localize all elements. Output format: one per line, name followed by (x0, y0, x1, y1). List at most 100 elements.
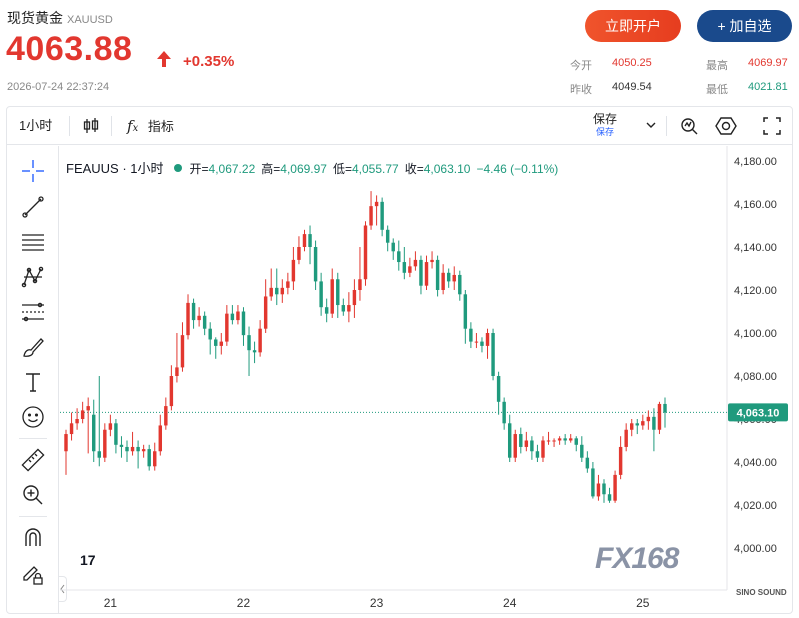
candle-body (147, 449, 151, 467)
x-tick-label: 25 (636, 596, 650, 610)
candle-body (258, 328, 262, 353)
candle-body (397, 251, 401, 263)
candle-body (119, 444, 124, 447)
candle-body (435, 259, 440, 290)
candle-body (430, 259, 434, 263)
candle-body (130, 446, 135, 452)
candle-body (441, 272, 445, 290)
candle-body (408, 266, 412, 273)
candle-body (358, 279, 362, 290)
candle-body (402, 262, 407, 273)
candle-body (347, 305, 351, 312)
y-tick-label: 4,040.00 (734, 457, 777, 469)
candle-body (308, 234, 312, 247)
candle-body (535, 451, 540, 458)
x-tick-label: 24 (503, 596, 517, 610)
candle-body (552, 440, 556, 442)
candle-body (191, 302, 196, 321)
candle-body (275, 287, 279, 295)
candle-body (80, 410, 85, 419)
candle-body (280, 287, 285, 295)
chart-legend: FEAUUS · 1小时 开=4,067.22 高=4,069.97 低=4,055.… (66, 158, 564, 177)
legend-low-key: 低= (332, 162, 352, 176)
legend-open-value: 4,067.22 (208, 162, 256, 176)
candle-body (568, 438, 573, 441)
candle-body (330, 279, 334, 314)
candle-body (313, 247, 318, 282)
candle-body (657, 403, 662, 430)
candle-body (197, 315, 201, 321)
candle-body (69, 423, 74, 435)
tradingview-logo[interactable]: 17 (80, 552, 96, 568)
legend-high-key: 高= (261, 162, 281, 176)
candle-body (557, 438, 562, 441)
candle-body (613, 474, 617, 501)
candle-body (646, 416, 651, 422)
candle-body (380, 201, 384, 230)
candle-body (524, 440, 529, 447)
candle-body (507, 423, 512, 458)
candle-body (602, 483, 606, 495)
candle-body (530, 440, 534, 452)
y-tick-label: 4,140.00 (734, 242, 777, 254)
candle-body (252, 350, 257, 353)
candle-body (630, 423, 634, 430)
candle-body (291, 259, 296, 282)
candle-body (469, 328, 473, 342)
candle-body (580, 444, 584, 458)
candle-body (75, 419, 79, 424)
y-tick-label: 4,120.00 (734, 285, 777, 297)
candle-body (324, 307, 329, 314)
candle-body (641, 421, 645, 426)
candle-body (86, 406, 90, 411)
candle-body (319, 281, 323, 308)
y-tick-label: 4,000.00 (734, 543, 777, 555)
candle-body (496, 376, 501, 402)
legend-close-key: 收= (404, 162, 424, 176)
candle-body (175, 367, 179, 376)
candle-body (419, 259, 423, 286)
legend-high-value: 4,069.97 (280, 162, 327, 176)
candle-body (618, 446, 623, 475)
candle-body (574, 438, 578, 445)
candle-body (286, 281, 290, 288)
y-tick-label: 4,100.00 (734, 328, 777, 340)
candle-body (225, 313, 229, 342)
candle-body (352, 290, 357, 306)
candle-body (141, 449, 146, 452)
candle-body (136, 446, 140, 452)
candle-body (635, 423, 639, 426)
candle-body (463, 294, 468, 329)
candle-body (369, 206, 373, 226)
x-tick-label: 21 (104, 596, 118, 610)
candle-body (230, 313, 235, 321)
x-tick-label: 22 (237, 596, 251, 610)
legend-close-value: 4,063.10 (423, 162, 471, 176)
candle-body (385, 229, 390, 243)
x-tick-label: 23 (370, 596, 384, 610)
candle-body (424, 262, 429, 286)
candle-body (652, 416, 656, 430)
candle-body (458, 274, 462, 295)
candlestick-chart[interactable]: 4,000.004,020.004,040.004,060.004,080.00… (0, 0, 799, 618)
candle-body (519, 434, 523, 447)
candle-body (92, 414, 96, 452)
candle-body (208, 328, 212, 340)
last-price-tag-label: 4,063.10 (737, 407, 780, 419)
candle-body (452, 274, 456, 282)
candle-body (114, 423, 118, 445)
candle-body (596, 483, 601, 497)
candle-body (214, 339, 218, 346)
legend-change-value: −4.46 (−0.11%) (476, 162, 559, 176)
candle-body (502, 401, 506, 424)
candle-body (591, 468, 595, 497)
y-tick-label: 4,160.00 (734, 199, 777, 211)
candle-body (485, 333, 490, 346)
candle-body (108, 423, 113, 430)
candle-body (64, 434, 68, 452)
candle-body (180, 335, 185, 368)
candle-body (546, 440, 551, 442)
y-tick-label: 4,180.00 (734, 156, 777, 168)
legend-low-value: 4,055.77 (352, 162, 399, 176)
sino-sound-logo: SINO SOUND (736, 588, 787, 597)
